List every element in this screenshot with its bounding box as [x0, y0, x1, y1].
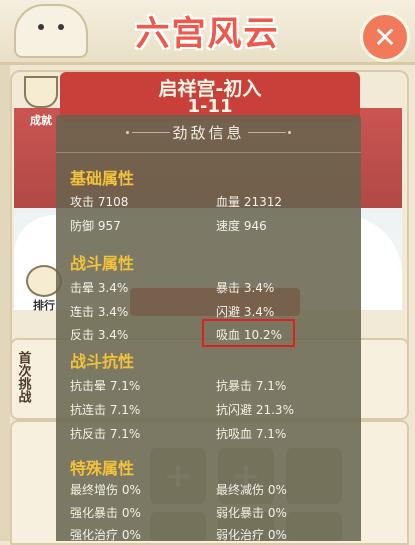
- first-clear-label: 首次挑战: [15, 351, 31, 403]
- stat-final-dmg-up: 最终增伤 0%: [70, 483, 141, 497]
- title-dot-right: [288, 131, 291, 134]
- popup-title: 劲敌信息: [172, 124, 245, 142]
- stage-number: 1-11: [187, 96, 233, 117]
- lifesteal-highlight-box: [202, 319, 295, 347]
- section-special-title: 特殊属性: [70, 459, 135, 478]
- stat-heal-boost: 强化治疗 0%: [70, 528, 141, 542]
- stat-heal-weaken: 弱化治疗 0%: [216, 528, 287, 542]
- close-icon: ✕: [373, 20, 397, 54]
- stat-resist-lifesteal: 抗吸血 7.1%: [216, 427, 287, 441]
- stat-crit: 暴击 3.4%: [216, 281, 275, 295]
- mascot-icon: [14, 4, 88, 58]
- title-dot-left: [126, 131, 129, 134]
- stat-speed: 速度 946: [216, 219, 267, 233]
- stat-resist-counter: 抗反击 7.1%: [70, 427, 141, 441]
- close-button[interactable]: ✕: [360, 12, 410, 62]
- stat-stun: 击晕 3.4%: [70, 281, 129, 295]
- trophy-icon: [24, 76, 58, 108]
- stat-defense: 防御 957: [70, 219, 121, 233]
- mascot-eye-right: [58, 24, 64, 30]
- stat-resist-combo: 抗连击 7.1%: [70, 403, 141, 417]
- header-divider: [56, 152, 361, 153]
- stat-hp: 血量 21312: [216, 195, 283, 209]
- stat-crit-boost: 强化暴击 0%: [70, 506, 141, 520]
- stat-resist-crit: 抗暴击 7.1%: [216, 379, 287, 393]
- stat-dodge: 闪避 3.4%: [216, 305, 275, 319]
- stat-resist-stun: 抗击晕 7.1%: [70, 379, 141, 393]
- stat-resist-dodge: 抗闪避 21.3%: [216, 403, 294, 417]
- game-title: 六宫风云: [135, 13, 280, 54]
- left-edge-strip: [0, 62, 10, 541]
- title-line-right: [248, 132, 286, 133]
- section-resist-title: 战斗抗性: [70, 352, 135, 371]
- section-base-title: 基础属性: [70, 169, 135, 188]
- section-combat-title: 战斗属性: [70, 254, 135, 273]
- title-line-left: [132, 132, 170, 133]
- stat-attack: 攻击 7108: [70, 195, 129, 209]
- stat-counter: 反击 3.4%: [70, 328, 129, 342]
- stat-final-dmg-down: 最终减伤 0%: [216, 483, 287, 497]
- mascot-eye-left: [38, 24, 44, 30]
- stat-combo: 连击 3.4%: [70, 305, 129, 319]
- stat-crit-weaken: 弱化暴击 0%: [216, 506, 287, 520]
